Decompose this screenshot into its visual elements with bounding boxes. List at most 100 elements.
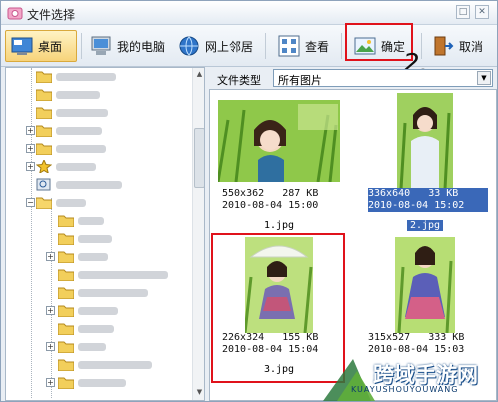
blurred-folder-name xyxy=(78,253,108,261)
blurred-folder-name xyxy=(78,235,112,243)
file-select-dialog: 文件选择 □ ✕ 桌面 我的电脑 网上邻居 查看 确定 取消 2. + + + … xyxy=(0,0,498,402)
tree-scrollbar[interactable]: ▲ ▼ xyxy=(192,68,204,400)
file-date: 2010-08-04 15:00 xyxy=(222,200,319,211)
folder-icon xyxy=(58,323,74,335)
expand-toggle[interactable]: + xyxy=(46,252,55,261)
network-button[interactable]: 网上邻居 xyxy=(173,30,257,62)
folder-icon xyxy=(36,143,52,155)
scroll-down-arrow[interactable]: ▼ xyxy=(194,386,204,398)
folder-icon xyxy=(58,233,74,245)
window-title: 文件选择 xyxy=(27,8,76,22)
file-meta: 336x640 33 KB 2010-08-04 15:02 xyxy=(368,188,488,212)
tree-item[interactable]: + xyxy=(6,302,192,320)
blurred-folder-name xyxy=(78,271,168,279)
blurred-folder-name xyxy=(78,307,118,315)
photo-girl-portrait xyxy=(397,93,453,189)
blurred-folder-name xyxy=(56,127,102,135)
toolbar-divider xyxy=(265,33,266,59)
collapse-toggle[interactable]: − xyxy=(26,198,35,207)
toolbar-divider xyxy=(81,33,82,59)
file-thumbnail-selected[interactable]: 336x640 33 KB 2010-08-04 15:02 2.jpg xyxy=(360,92,490,232)
file-dimensions: 315x527 xyxy=(368,332,411,343)
tree-item[interactable] xyxy=(6,356,192,374)
file-size: 333 KB xyxy=(428,332,465,343)
desktop-button[interactable]: 桌面 xyxy=(5,30,77,62)
blurred-folder-name xyxy=(56,91,100,99)
scroll-up-arrow[interactable]: ▲ xyxy=(194,68,204,80)
tree-item[interactable]: + xyxy=(6,158,192,176)
view-label: 查看 xyxy=(305,39,330,54)
blurred-folder-name xyxy=(78,361,152,369)
cancel-button[interactable]: 取消 xyxy=(427,30,491,62)
blurred-folder-name xyxy=(56,145,106,153)
tree-item[interactable] xyxy=(6,266,192,284)
image-preview xyxy=(214,92,344,190)
image-preview xyxy=(360,92,490,190)
maximize-button[interactable]: □ xyxy=(456,5,470,19)
blurred-folder-name xyxy=(56,109,108,117)
tree-item[interactable]: + xyxy=(6,374,192,392)
expand-toggle[interactable]: + xyxy=(46,342,55,351)
folder-icon xyxy=(58,377,74,389)
folder-icon xyxy=(36,107,52,119)
tree-item[interactable] xyxy=(6,212,192,230)
my-computer-button[interactable]: 我的电脑 xyxy=(85,30,167,62)
title-bar: 文件选择 □ ✕ xyxy=(1,1,497,25)
image-preview xyxy=(360,236,490,334)
app-icon xyxy=(7,7,23,20)
file-name: 2.jpg xyxy=(360,220,490,231)
file-type-value: 所有图片 xyxy=(278,74,322,87)
tree-item[interactable]: + xyxy=(6,338,192,356)
tree-item[interactable]: + xyxy=(6,122,192,140)
expand-toggle[interactable]: + xyxy=(26,162,35,171)
file-size: 287 KB xyxy=(282,188,319,199)
scroll-thumb[interactable] xyxy=(194,128,204,188)
folder-icon xyxy=(36,89,52,101)
view-button[interactable]: 查看 xyxy=(273,30,337,62)
tree-item[interactable] xyxy=(6,176,192,194)
tree-item[interactable]: + xyxy=(6,140,192,158)
blurred-folder-name xyxy=(56,73,116,81)
toolbar-divider xyxy=(341,33,342,59)
expand-toggle[interactable]: + xyxy=(46,306,55,315)
folder-open-icon xyxy=(36,197,52,209)
tree-item[interactable] xyxy=(6,230,192,248)
desktop-label: 桌面 xyxy=(38,39,63,54)
file-size: 33 KB xyxy=(428,188,459,199)
blurred-folder-name xyxy=(78,325,114,333)
expand-toggle[interactable]: + xyxy=(26,126,35,135)
folder-tree[interactable]: + + + − + + + + ▲ ▼ xyxy=(5,67,205,401)
tree-item[interactable]: + xyxy=(6,248,192,266)
folder-icon xyxy=(36,71,52,83)
tree-item[interactable] xyxy=(6,86,192,104)
blurred-folder-name xyxy=(78,343,106,351)
photo-girl-dress xyxy=(395,237,455,333)
blurred-folder-name xyxy=(78,217,104,225)
file-type-label: 文件类型 xyxy=(217,74,261,87)
tree-item[interactable] xyxy=(6,284,192,302)
file-name: 1.jpg xyxy=(263,220,295,231)
file-dimensions: 550x362 xyxy=(222,188,265,199)
folder-icon xyxy=(58,215,74,227)
file-date: 2010-08-04 15:02 xyxy=(368,200,465,211)
tree-item[interactable] xyxy=(6,104,192,122)
file-dimensions: 336x640 xyxy=(368,188,411,199)
cancel-label: 取消 xyxy=(459,39,484,54)
blurred-folder-name xyxy=(56,163,96,171)
view-grid-icon xyxy=(278,35,300,57)
close-button[interactable]: ✕ xyxy=(475,5,489,19)
blurred-folder-name xyxy=(56,181,122,189)
tree-item[interactable] xyxy=(6,68,192,86)
computer-icon xyxy=(91,36,111,55)
folder-icon xyxy=(58,287,74,299)
cancel-door-icon xyxy=(434,36,454,56)
tree-item[interactable] xyxy=(6,320,192,338)
tree-item[interactable]: − xyxy=(6,194,192,212)
search-folder-icon xyxy=(36,178,51,191)
file-thumbnail[interactable]: 550x362 287 KB 2010-08-04 15:00 1.jpg xyxy=(214,92,344,232)
blurred-folder-name xyxy=(56,199,86,207)
file-type-select[interactable]: 所有图片 ▼ xyxy=(273,69,493,87)
expand-toggle[interactable]: + xyxy=(46,378,55,387)
expand-toggle[interactable]: + xyxy=(26,144,35,153)
dropdown-arrow-icon[interactable]: ▼ xyxy=(477,71,491,85)
